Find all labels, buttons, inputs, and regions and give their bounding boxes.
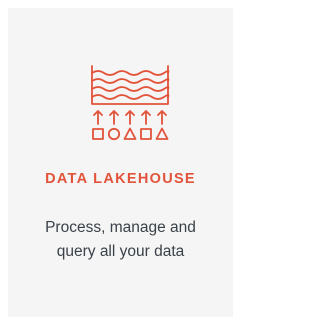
feature-card: DATA LAKEHOUSE Process, manage and query… xyxy=(8,8,233,317)
card-description-line-1: Process, manage and xyxy=(45,219,196,236)
card-title: DATA LAKEHOUSE xyxy=(45,171,196,187)
data-lakehouse-icon xyxy=(91,65,170,141)
card-description: Process, manage and query all your data xyxy=(12,216,229,264)
card-description-line-2: query all your data xyxy=(56,243,185,260)
